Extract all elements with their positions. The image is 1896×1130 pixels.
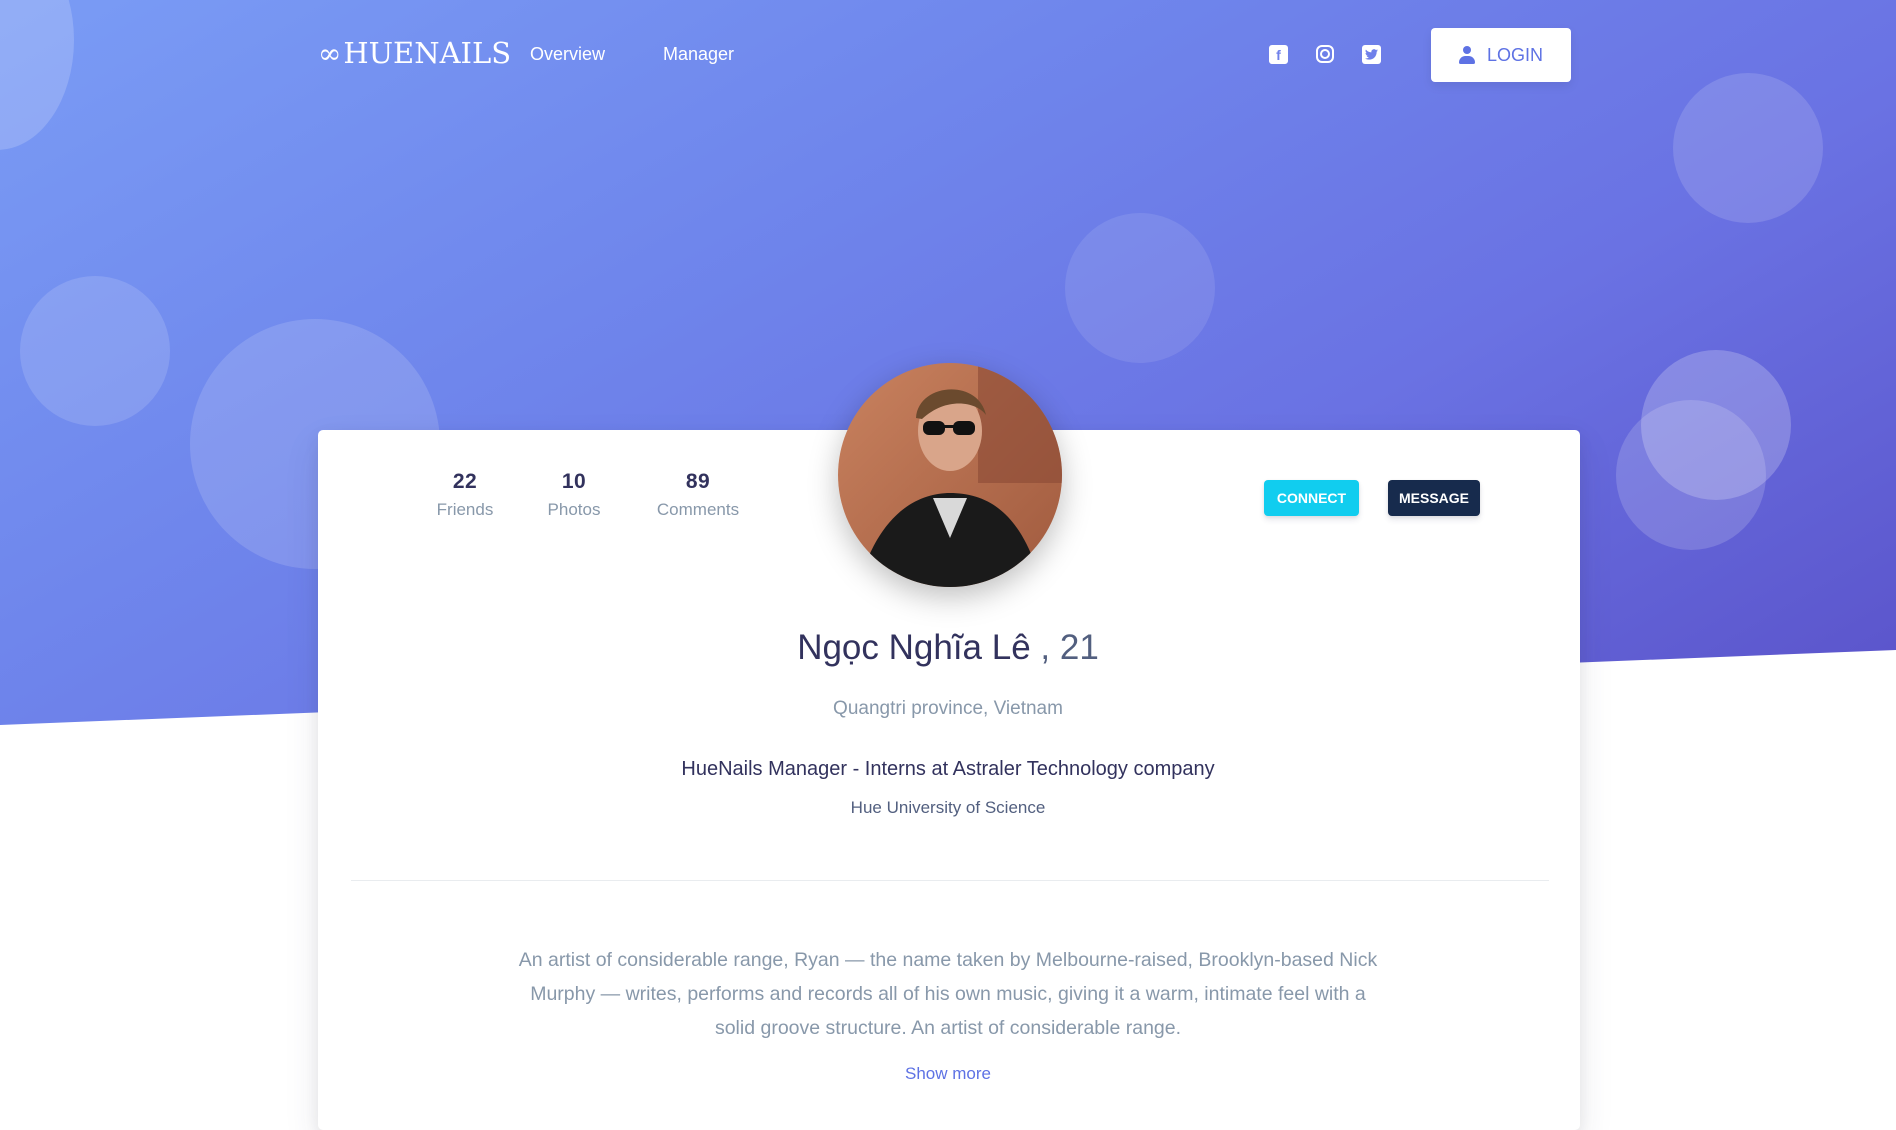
- twitter-icon[interactable]: [1362, 45, 1381, 64]
- user-icon: [1458, 46, 1475, 64]
- logo-icon: ∞: [318, 36, 342, 70]
- stat-value: 22: [452, 470, 478, 493]
- decor-circle: [1065, 213, 1215, 363]
- profile-fullname: Ngọc Nghĩa Lê: [797, 628, 1031, 667]
- avatar[interactable]: [838, 363, 1062, 587]
- stat-value: 10: [561, 470, 587, 493]
- brand-logo[interactable]: ∞ HUENAILS: [318, 36, 511, 70]
- decor-circle: [1616, 400, 1766, 550]
- profile-location: Quangtri province, Vietnam: [833, 698, 1063, 719]
- stat-label: Photos: [547, 500, 601, 519]
- login-label: LOGIN: [1486, 44, 1543, 65]
- decor-circle: [20, 276, 170, 426]
- stat-photos: 10 Photos: [514, 470, 634, 520]
- login-button[interactable]: LOGIN: [1431, 28, 1571, 82]
- message-button[interactable]: MESSAGE: [1388, 480, 1480, 516]
- navbar: ∞ HUENAILS Overview Manager f LOGIN: [0, 0, 1896, 110]
- nav-link-manager[interactable]: Manager: [663, 44, 734, 65]
- profile-school: Hue University of Science: [850, 798, 1046, 817]
- connect-button[interactable]: CONNECT: [1264, 480, 1359, 516]
- profile-bio: An artist of considerable range, Ryan — …: [518, 949, 1378, 1039]
- stat-label: Comments: [656, 500, 740, 519]
- profile-name: Ngọc Nghĩa Lê , 21: [0, 628, 1896, 668]
- profile-age: , 21: [1040, 628, 1099, 667]
- stat-comments: 89 Comments: [638, 470, 758, 520]
- profile-job: HueNails Manager - Interns at Astraler T…: [681, 758, 1215, 780]
- show-more-link[interactable]: Show more: [0, 1064, 1896, 1084]
- brand-name: HUENAILS: [343, 36, 512, 70]
- facebook-icon[interactable]: f: [1269, 45, 1288, 64]
- stat-label: Friends: [436, 500, 494, 519]
- stat-value: 89: [685, 470, 711, 493]
- stat-friends: 22 Friends: [405, 470, 525, 520]
- divider: [351, 880, 1549, 881]
- nav-link-overview[interactable]: Overview: [530, 44, 605, 65]
- instagram-icon[interactable]: [1316, 45, 1334, 63]
